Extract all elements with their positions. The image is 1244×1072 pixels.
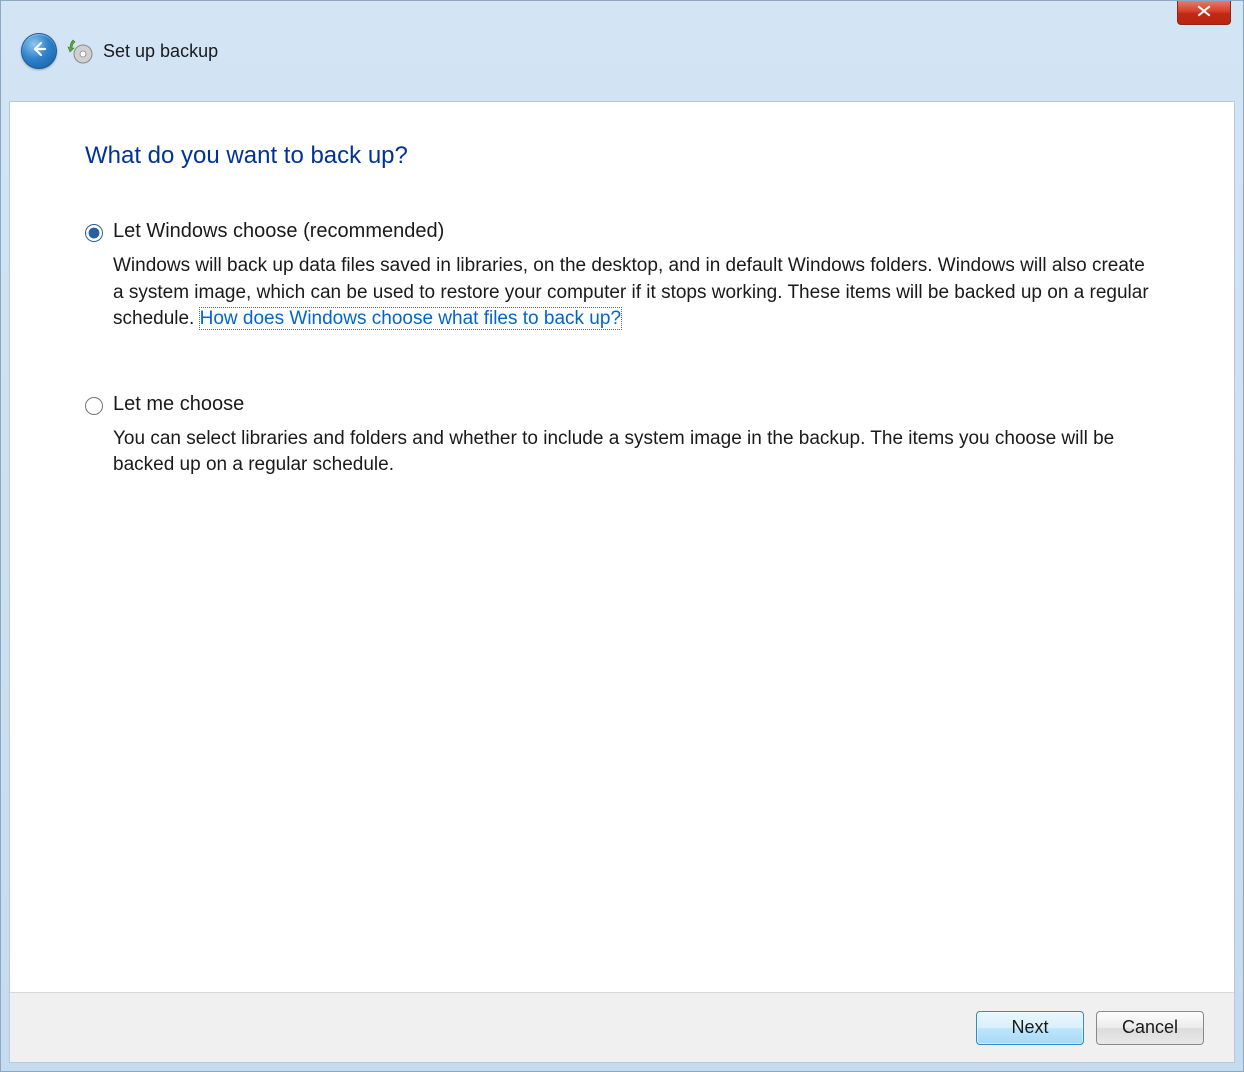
radio-let-me-choose[interactable] xyxy=(85,397,103,415)
option-windows-choose: Let Windows choose (recommended) Windows… xyxy=(85,220,1159,333)
option-label-let-me-choose[interactable]: Let me choose xyxy=(113,393,244,416)
wizard-title: Set up backup xyxy=(103,41,218,62)
content-body: What do you want to back up? Let Windows… xyxy=(10,102,1234,992)
close-button[interactable] xyxy=(1177,1,1231,25)
option-description-let-me-choose: You can select libraries and folders and… xyxy=(113,426,1159,479)
button-bar: Next Cancel xyxy=(10,992,1234,1062)
back-button[interactable] xyxy=(21,33,57,69)
close-icon xyxy=(1197,4,1211,22)
back-arrow-icon xyxy=(30,40,48,63)
option-description-windows-choose: Windows will back up data files saved in… xyxy=(113,253,1159,333)
page-heading: What do you want to back up? xyxy=(85,142,1159,170)
option-let-me-choose: Let me choose You can select libraries a… xyxy=(85,393,1159,479)
wizard-header: Set up backup xyxy=(1,1,1243,101)
help-link-how-choose[interactable]: How does Windows choose what files to ba… xyxy=(200,308,621,329)
wizard-window: Set up backup What do you want to back u… xyxy=(0,0,1244,1072)
option-label-windows-choose[interactable]: Let Windows choose (recommended) xyxy=(113,220,444,243)
backup-app-icon xyxy=(67,38,93,64)
titlebar-buttons xyxy=(1177,1,1231,25)
option-row: Let me choose xyxy=(85,393,1159,416)
option-row: Let Windows choose (recommended) xyxy=(85,220,1159,243)
radio-windows-choose[interactable] xyxy=(85,224,103,242)
next-button[interactable]: Next xyxy=(976,1011,1084,1045)
content-area: What do you want to back up? Let Windows… xyxy=(9,101,1235,1063)
cancel-button[interactable]: Cancel xyxy=(1096,1011,1204,1045)
